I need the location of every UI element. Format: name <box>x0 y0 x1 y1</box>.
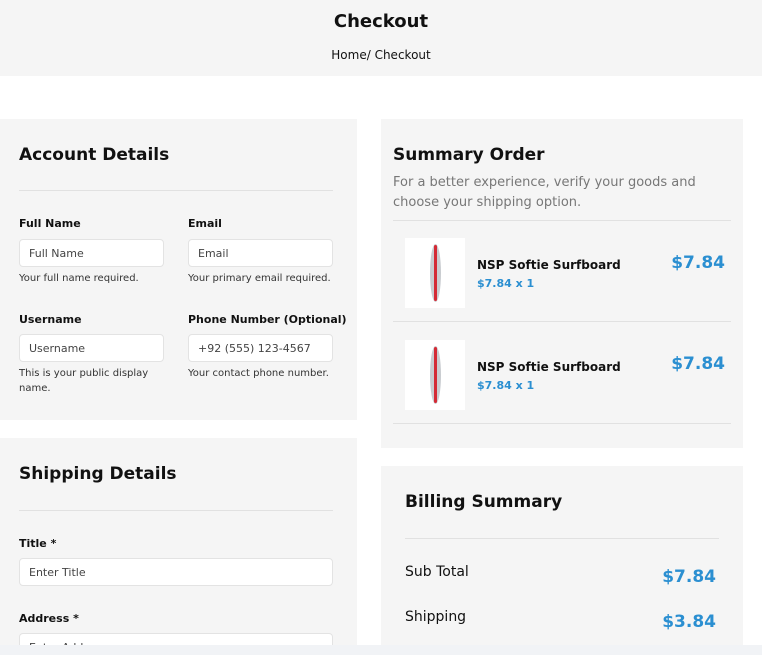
billing-summary-panel: Billing Summary Sub Total $7.84 Shipping… <box>381 466 743 655</box>
item-name: NSP Softie Surfboard <box>477 360 621 374</box>
email-input[interactable] <box>188 239 333 267</box>
subtitle-line: For a better experience, verify your goo… <box>393 175 696 190</box>
billing-divider <box>405 538 719 539</box>
surfboard-image <box>405 238 465 308</box>
email-help: Your primary email required. <box>188 273 331 284</box>
item-name: NSP Softie Surfboard <box>477 258 621 272</box>
full-name-label: Full Name <box>19 217 81 230</box>
shipping-details-panel: Shipping Details Title * Address * <box>0 438 357 655</box>
summary-order-panel: Summary Order For a better experience, v… <box>381 119 743 448</box>
phone-input[interactable] <box>188 334 333 362</box>
page-footer-strip <box>0 645 762 655</box>
shipping-divider <box>19 510 333 511</box>
shipping-value: $3.84 <box>662 612 716 632</box>
order-item[interactable]: NSP Softie Surfboard $7.84 x 1 $7.84 <box>381 322 743 422</box>
surfboard-image <box>405 340 465 410</box>
surfboard-stripe <box>434 347 437 403</box>
username-help-line: name. <box>19 383 51 394</box>
title-input[interactable] <box>19 558 333 586</box>
surfboard-stripe <box>434 245 437 301</box>
account-divider <box>19 190 333 191</box>
breadcrumb[interactable]: Home/ Checkout <box>0 48 762 62</box>
full-name-help: Your full name required. <box>19 273 139 284</box>
email-label: Email <box>188 217 222 230</box>
subtotal-value: $7.84 <box>662 567 716 587</box>
username-label: Username <box>19 313 82 326</box>
item-price: $7.84 <box>671 354 725 374</box>
account-details-panel: Account Details Full Name Your full name… <box>0 119 357 420</box>
subtotal-label: Sub Total <box>405 564 469 580</box>
title-label: Title * <box>19 537 57 550</box>
subtitle-line: choose your shipping option. <box>393 195 582 210</box>
summary-order-title: Summary Order <box>393 145 545 165</box>
phone-label: Phone Number (Optional) <box>188 313 347 326</box>
shipping-details-title: Shipping Details <box>19 464 177 484</box>
account-details-title: Account Details <box>19 145 170 165</box>
username-input[interactable] <box>19 334 164 362</box>
username-help-line: This is your public display <box>19 368 149 379</box>
phone-help: Your contact phone number. <box>188 368 329 379</box>
summary-order-subtitle: For a better experience, verify your goo… <box>393 173 733 213</box>
item-qty: $7.84 x 1 <box>477 277 535 290</box>
full-name-input[interactable] <box>19 239 164 267</box>
address-label: Address * <box>19 612 79 625</box>
order-item[interactable]: NSP Softie Surfboard $7.84 x 1 $7.84 <box>381 221 743 321</box>
billing-summary-title: Billing Summary <box>405 492 563 512</box>
page-title: Checkout <box>333 11 429 32</box>
page-header: Checkout Home/ Checkout <box>0 0 762 76</box>
item-divider <box>393 423 731 424</box>
item-price: $7.84 <box>671 253 725 273</box>
username-help: This is your public display name. <box>19 366 169 396</box>
item-qty: $7.84 x 1 <box>477 379 535 392</box>
shipping-label: Shipping <box>405 609 467 625</box>
